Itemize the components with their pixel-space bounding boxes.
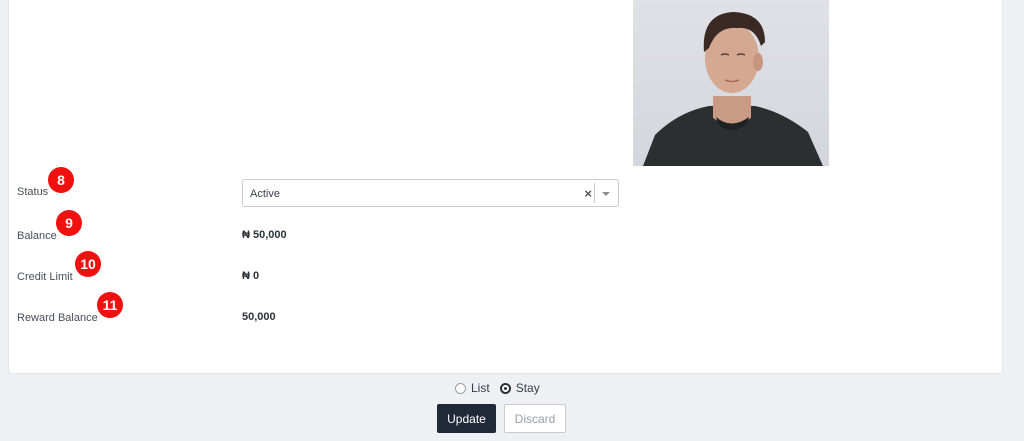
radio-circle-list[interactable] [455,382,466,394]
clear-icon[interactable]: × [584,186,592,201]
profile-photo [633,0,829,166]
annotation-badge-8: 8 [48,167,74,193]
reward-balance-value: 50,000 [242,311,276,323]
status-selected-value: Active [250,188,280,200]
radio-list[interactable]: List [455,381,490,395]
status-select[interactable]: Active × [242,179,619,207]
chevron-down-icon[interactable] [602,192,610,196]
credit-limit-value: ₦ 0 [242,270,260,282]
radio-stay[interactable]: Stay [499,381,540,395]
credit-limit-label: Credit Limit [17,271,73,283]
select-divider [594,183,595,203]
radio-circle-stay[interactable] [499,382,511,394]
update-button[interactable]: Update [437,404,496,433]
discard-button[interactable]: Discard [504,404,566,433]
annotation-badge-9: 9 [56,210,82,236]
balance-value: ₦ 50,000 [242,229,287,241]
form-card: Status 8 Active × Balance 9 ₦ 50,000 Cre… [8,0,1003,374]
after-save-radio-group: List Stay [455,381,540,395]
status-label: Status [17,186,49,198]
balance-label: Balance [17,230,57,242]
radio-list-label: List [471,381,490,395]
annotation-badge-10: 10 [75,251,101,277]
annotation-badge-11: 11 [97,292,123,318]
radio-stay-label: Stay [515,381,540,395]
reward-balance-label: Reward Balance [17,312,98,324]
